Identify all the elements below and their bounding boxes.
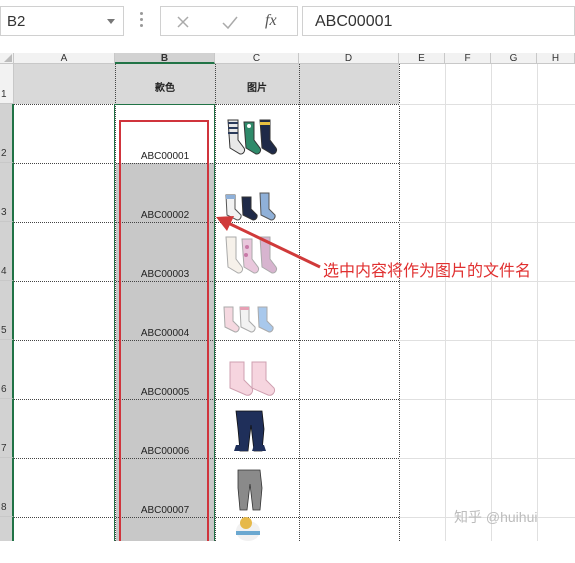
- socks-image[interactable]: [222, 116, 278, 162]
- row-header-4[interactable]: 4: [0, 222, 14, 281]
- socks-image[interactable]: [220, 297, 276, 343]
- formula-content: ABC00001: [315, 13, 393, 30]
- column-header-f[interactable]: F: [445, 53, 491, 64]
- row-header-3[interactable]: 3: [0, 163, 14, 222]
- annotation-text: 选中内容将作为图片的文件名: [323, 263, 532, 280]
- header-style[interactable]: 款色: [115, 79, 215, 94]
- socks-image[interactable]: [222, 356, 278, 402]
- column-header-a[interactable]: A: [14, 53, 115, 64]
- column-header-b[interactable]: B: [115, 53, 215, 64]
- function-icon[interactable]: fx: [265, 12, 277, 30]
- row-header-5[interactable]: 5: [0, 281, 14, 340]
- check-icon[interactable]: [221, 14, 239, 30]
- header-image[interactable]: 图片: [215, 79, 299, 94]
- column-header-c[interactable]: C: [215, 53, 299, 64]
- row-header-1[interactable]: 1: [0, 64, 14, 104]
- formula-bar-grip[interactable]: [140, 12, 144, 30]
- leggings-image[interactable]: [222, 409, 278, 455]
- column-header-d[interactable]: D: [299, 53, 399, 64]
- hat-image[interactable]: [222, 517, 278, 563]
- leggings-image[interactable]: [222, 468, 278, 514]
- column-header-g[interactable]: G: [491, 53, 537, 64]
- watermark: 知乎 @huihui: [454, 509, 538, 525]
- row-header-6[interactable]: 6: [0, 340, 14, 399]
- formula-input[interactable]: ABC00001: [302, 6, 575, 36]
- row-header-8[interactable]: 8: [0, 458, 14, 517]
- formula-bar-buttons: fx: [160, 6, 298, 36]
- chevron-down-icon[interactable]: [107, 19, 115, 24]
- column-header-h[interactable]: H: [537, 53, 575, 64]
- name-box[interactable]: B2: [0, 6, 124, 36]
- name-box-value: B2: [7, 13, 26, 30]
- select-all-corner[interactable]: [0, 53, 14, 64]
- highlight-box: [119, 120, 209, 541]
- row-header-2[interactable]: 2: [0, 104, 14, 163]
- arrow-icon: [216, 216, 321, 269]
- close-icon[interactable]: [175, 14, 191, 30]
- row-header-7[interactable]: 7: [0, 399, 14, 458]
- column-header-e[interactable]: E: [399, 53, 445, 64]
- row-header-9[interactable]: [0, 517, 14, 541]
